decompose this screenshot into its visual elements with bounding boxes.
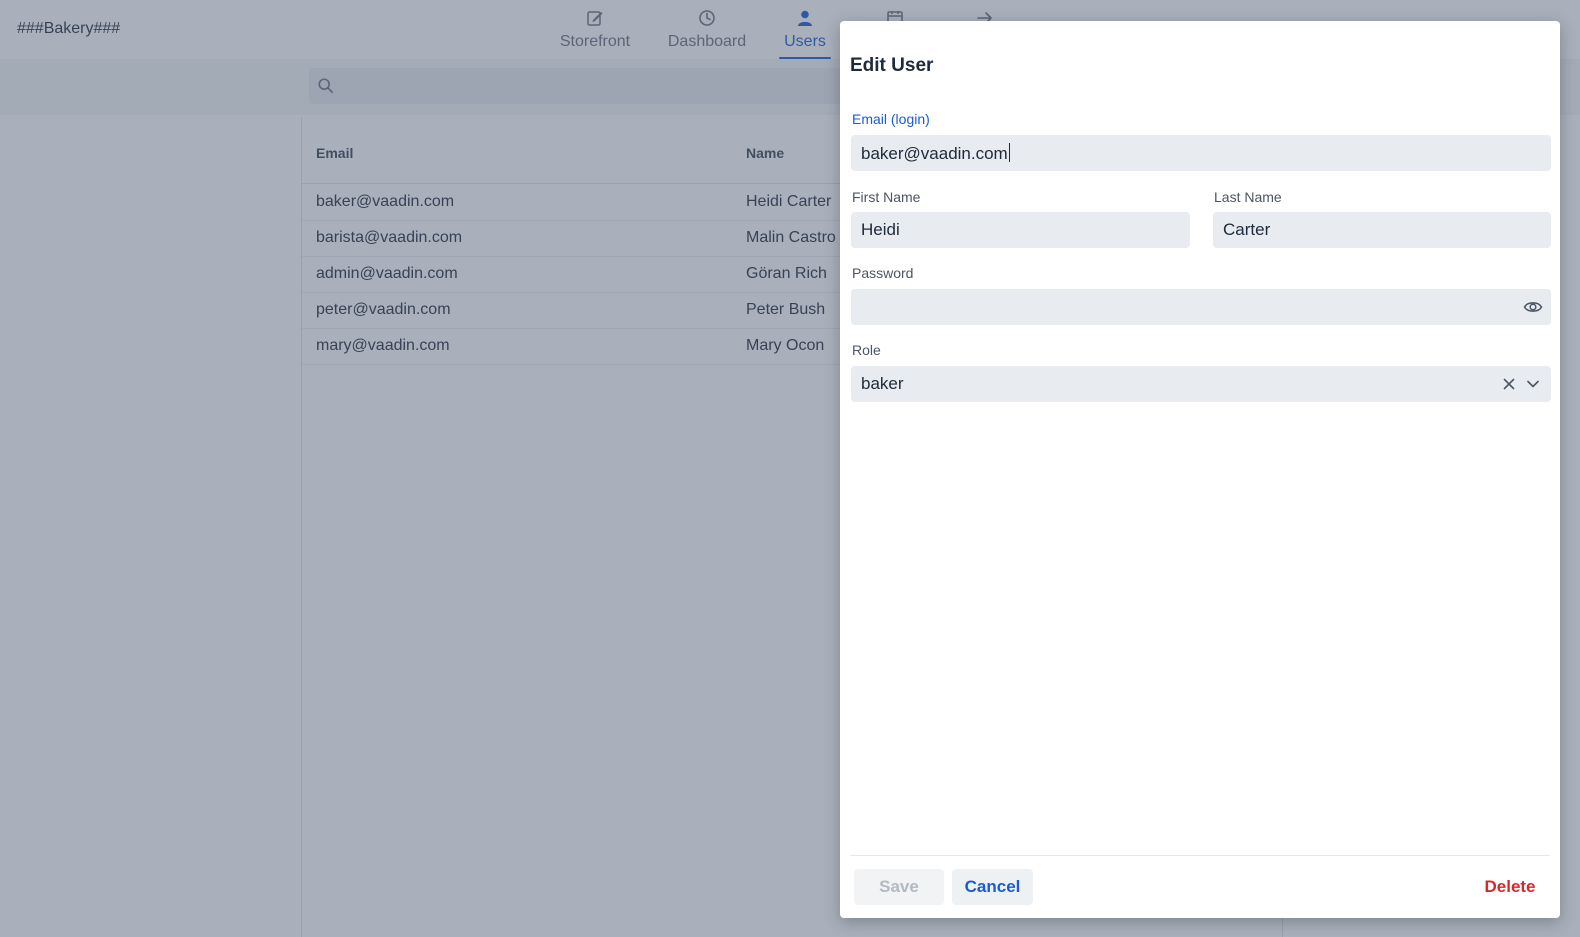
delete-button[interactable]: Delete [1470, 869, 1550, 905]
last-name-label: Last Name [1214, 189, 1282, 205]
email-field[interactable]: baker@vaadin.com [851, 135, 1551, 171]
first-name-field[interactable]: Heidi [851, 212, 1190, 248]
eye-icon[interactable] [1523, 297, 1543, 317]
first-name-value: Heidi [861, 220, 900, 239]
text-caret [1008, 143, 1010, 162]
app-shell: ###Bakery### Storefront Dashboard Users … [0, 0, 1580, 937]
clear-icon[interactable] [1499, 374, 1519, 394]
email-label: Email (login) [852, 111, 930, 127]
email-value: baker@vaadin.com [861, 144, 1008, 163]
last-name-value: Carter [1223, 220, 1271, 239]
save-button[interactable]: Save [854, 869, 944, 905]
chevron-down-icon[interactable] [1523, 374, 1543, 394]
footer-divider [850, 855, 1550, 856]
role-select[interactable]: baker [851, 366, 1551, 402]
edit-user-dialog: Edit User Email (login) baker@vaadin.com… [840, 21, 1560, 918]
last-name-field[interactable]: Carter [1213, 212, 1551, 248]
first-name-label: First Name [852, 189, 921, 205]
role-label: Role [852, 342, 881, 358]
role-value: baker [861, 374, 904, 393]
cancel-button[interactable]: Cancel [952, 869, 1033, 905]
password-label: Password [852, 265, 914, 281]
password-field[interactable] [851, 289, 1551, 325]
dialog-title: Edit User [850, 55, 934, 76]
